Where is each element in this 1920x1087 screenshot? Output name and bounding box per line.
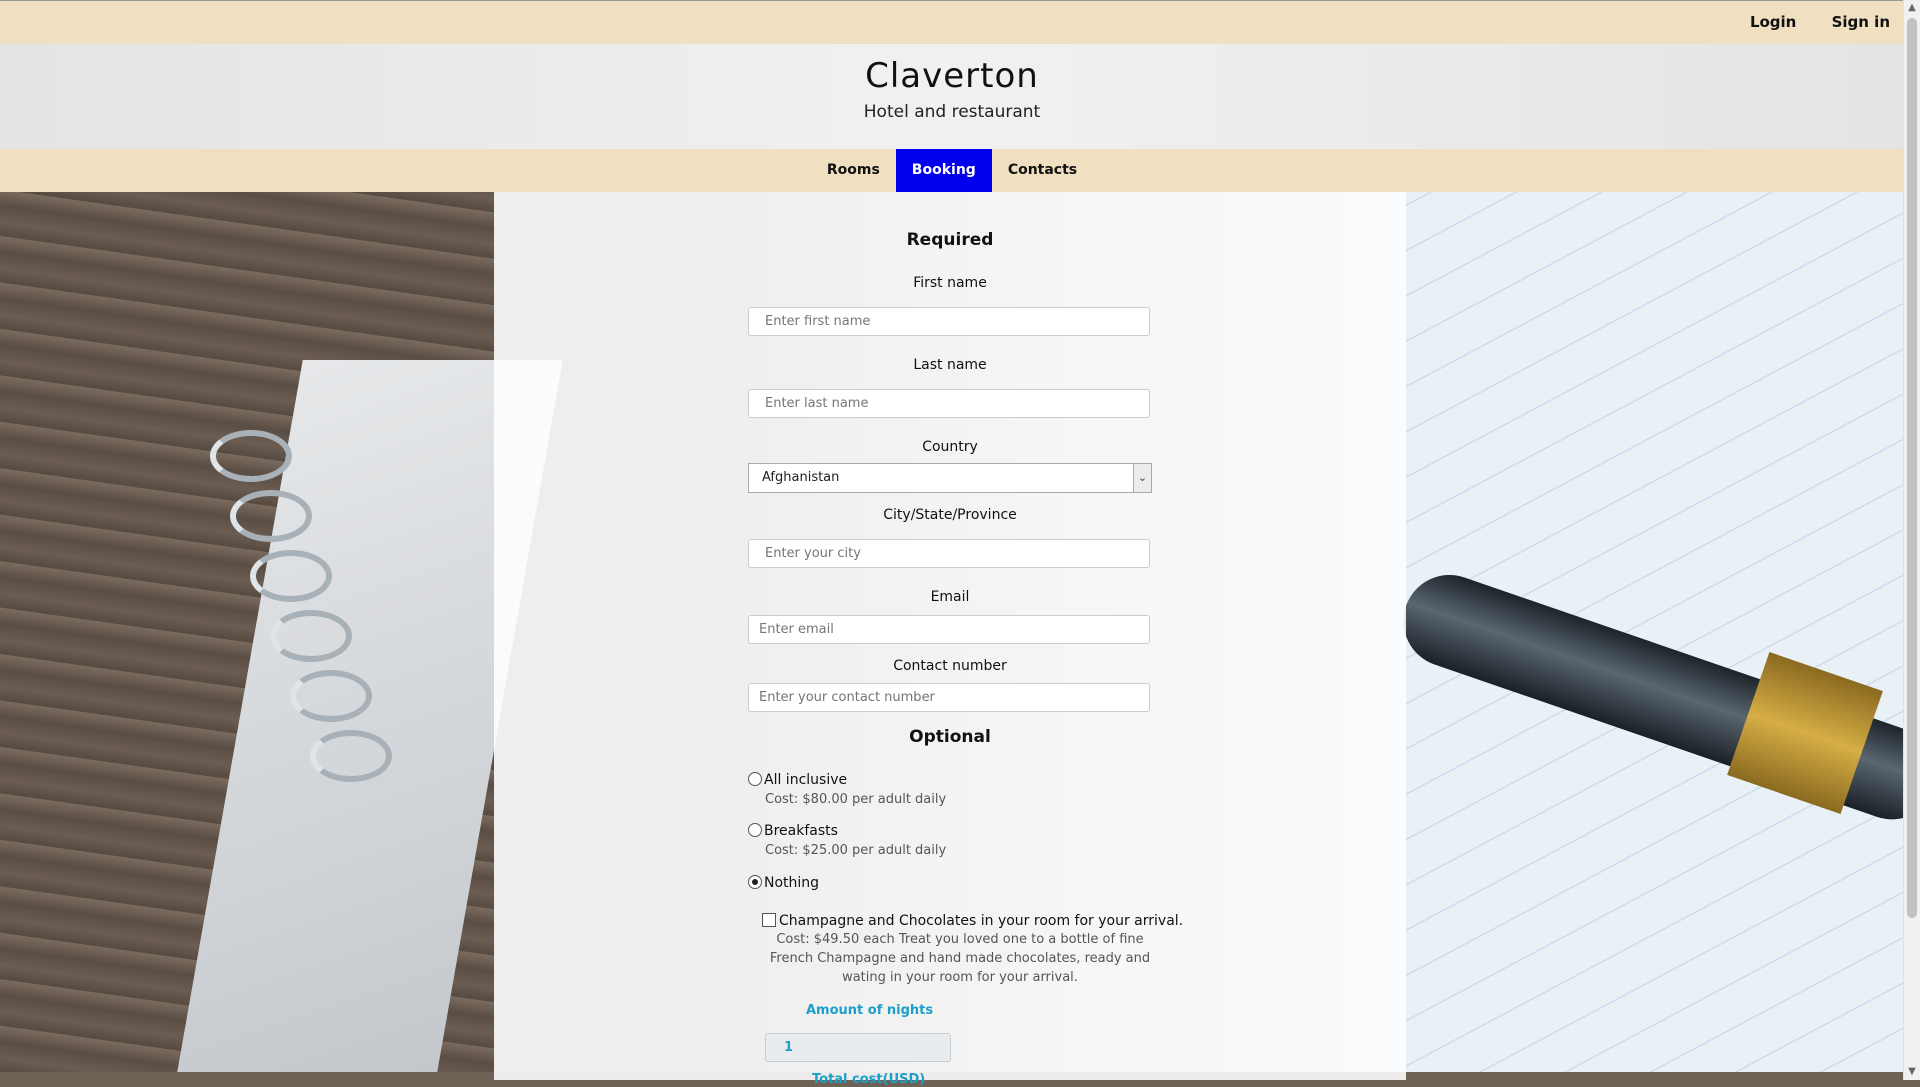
notebook-ring	[270, 610, 352, 662]
radio-nothing[interactable]	[748, 875, 762, 889]
notebook-ring	[250, 550, 332, 602]
site-subtitle: Hotel and restaurant	[863, 102, 1041, 122]
notebook-ring	[290, 670, 372, 722]
option-label: Breakfasts	[764, 823, 838, 839]
option-nothing[interactable]: Nothing	[748, 875, 819, 891]
main-nav: Rooms Booking Contacts	[0, 149, 1904, 192]
sign-in-link[interactable]: Sign in	[1832, 13, 1890, 31]
last-name-input[interactable]	[748, 389, 1150, 418]
optional-heading: Optional	[909, 727, 991, 747]
site-header: Claverton Hotel and restaurant	[0, 44, 1904, 149]
option-label: Nothing	[764, 875, 820, 891]
option-breakfasts[interactable]: Breakfasts	[748, 823, 838, 839]
nav-contacts[interactable]: Contacts	[992, 149, 1093, 192]
booking-form: Required First name Last name Country Af…	[494, 192, 1406, 1087]
champagne-option[interactable]: Champagne and Chocolates in your room fo…	[762, 913, 1183, 929]
site-title: Claverton	[865, 56, 1039, 96]
first-name-input[interactable]	[748, 307, 1150, 336]
option-cost: Cost: $25.00 per adult daily	[765, 843, 947, 858]
champagne-checkbox[interactable]	[762, 913, 776, 927]
email-input[interactable]	[748, 615, 1150, 644]
radio-breakfasts[interactable]	[748, 823, 762, 837]
champagne-label: Champagne and Chocolates in your room fo…	[779, 913, 1184, 929]
last-name-label: Last name	[913, 357, 987, 373]
top-bar: Login Sign in	[0, 0, 1904, 45]
notebook-ring	[210, 430, 292, 482]
login-link[interactable]: Login	[1750, 13, 1796, 31]
nights-label: Amount of nights	[806, 1003, 934, 1018]
champagne-description: Cost: $49.50 each Treat you loved one to…	[769, 932, 1151, 985]
scroll-down-icon[interactable]: ▼	[1904, 1064, 1920, 1080]
city-input[interactable]	[748, 539, 1150, 568]
country-value: Afghanistan	[762, 470, 840, 485]
option-cost: Cost: $80.00 per adult daily	[765, 792, 947, 807]
country-select[interactable]: Afghanistan ⌄	[748, 463, 1152, 493]
country-label: Country	[922, 439, 978, 455]
required-heading: Required	[906, 230, 994, 250]
email-label: Email	[930, 589, 970, 605]
nav-booking[interactable]: Booking	[895, 149, 992, 192]
city-label: City/State/Province	[883, 507, 1017, 523]
contact-input[interactable]	[748, 683, 1150, 712]
contact-label: Contact number	[893, 658, 1007, 674]
auth-links: Login Sign in	[1720, 13, 1890, 31]
nights-input[interactable]: 1	[765, 1033, 951, 1062]
chevron-down-icon[interactable]: ⌄	[1133, 464, 1151, 492]
radio-all-inclusive[interactable]	[748, 772, 762, 786]
scrollbar-thumb[interactable]	[1907, 18, 1917, 918]
first-name-label: First name	[913, 275, 987, 291]
option-all-inclusive[interactable]: All inclusive	[748, 772, 847, 788]
nav-rooms[interactable]: Rooms	[811, 149, 896, 192]
notebook-ring	[230, 490, 312, 542]
page-scrollbar[interactable]: ▲ ▼	[1903, 0, 1920, 1080]
option-label: All inclusive	[764, 772, 848, 788]
notebook-ring	[310, 730, 392, 782]
scroll-up-icon[interactable]: ▲	[1904, 0, 1920, 16]
